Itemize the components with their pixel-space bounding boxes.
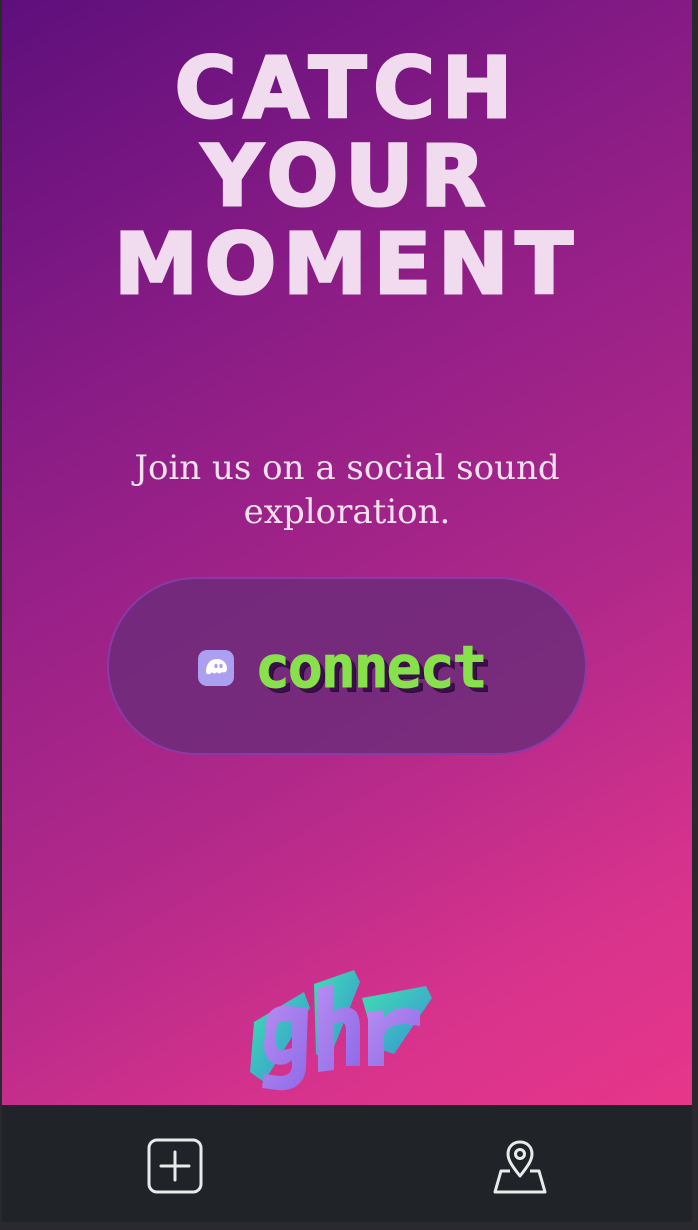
bottom-nav bbox=[2, 1105, 692, 1222]
headline-line-1: CATCH bbox=[173, 39, 520, 137]
ghr-3d-logo bbox=[244, 962, 438, 1102]
phantom-wallet-icon bbox=[198, 650, 234, 686]
subtitle: Join us on a social sound exploration. bbox=[134, 448, 560, 532]
connect-button[interactable]: connect bbox=[107, 577, 587, 755]
headline-line-2: YOUR bbox=[200, 127, 493, 225]
connect-button-label: connect bbox=[254, 633, 487, 702]
page-title: CATCH YOUR MOMENT bbox=[2, 39, 692, 313]
app-screen: CATCH YOUR MOMENT Join us on a social so… bbox=[2, 0, 692, 1105]
add-square-icon[interactable] bbox=[146, 1137, 204, 1195]
headline-line-3: MOMENT bbox=[113, 215, 580, 313]
map-pin-icon[interactable] bbox=[491, 1138, 549, 1196]
